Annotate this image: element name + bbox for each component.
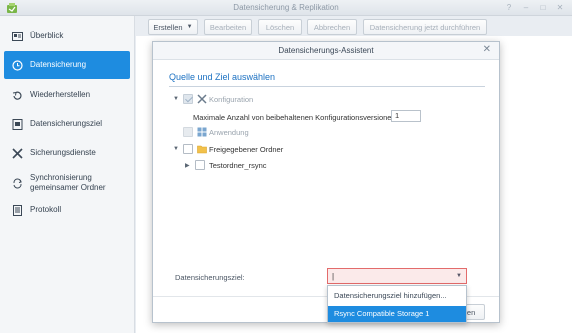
collapse-arrow-icon[interactable]: ▼ bbox=[173, 96, 179, 102]
window-title: Datensicherung & Replikation bbox=[233, 3, 339, 12]
section-divider bbox=[169, 86, 485, 87]
backup-target-label: Datensicherungsziel: bbox=[175, 273, 245, 282]
max-versions-label: Maximale Anzahl von beibehaltenen Konfig… bbox=[193, 113, 396, 122]
sidebar-item-label: Protokoll bbox=[30, 205, 62, 214]
expand-arrow-icon[interactable]: ▶ bbox=[185, 162, 190, 169]
chevron-down-icon: ▼ bbox=[186, 24, 193, 30]
target-icon bbox=[12, 118, 23, 130]
tools-icon bbox=[197, 94, 207, 104]
backup-target-select[interactable]: | ▼ bbox=[327, 268, 467, 284]
cancel-button[interactable]: Abbrechen bbox=[307, 19, 357, 35]
sidebar-item-backup[interactable]: Datensicherung bbox=[4, 51, 130, 79]
configuration-checkbox[interactable] bbox=[183, 94, 193, 104]
test-folder-checkbox[interactable] bbox=[195, 160, 205, 170]
collapse-arrow-icon[interactable]: ▼ bbox=[173, 146, 179, 152]
application-label: Anwendung bbox=[209, 128, 249, 137]
backup-target-value: | bbox=[332, 272, 335, 281]
section-title: Quelle und Ziel auswählen bbox=[169, 72, 276, 82]
minimize-icon[interactable]: – bbox=[520, 2, 532, 14]
backup-target-dropdown: Datensicherungsziel hinzufügen... Rsync … bbox=[327, 285, 467, 323]
help-icon[interactable]: ? bbox=[503, 2, 515, 14]
close-window-icon[interactable]: ✕ bbox=[554, 2, 566, 14]
configuration-label: Konfiguration bbox=[209, 95, 254, 104]
application-grid-icon bbox=[197, 127, 207, 137]
log-icon bbox=[12, 204, 23, 216]
sidebar-item-overview[interactable]: Überblick bbox=[4, 22, 130, 50]
delete-button[interactable]: Löschen bbox=[258, 19, 302, 35]
overview-icon bbox=[12, 31, 23, 42]
sidebar-item-label: Datensicherung bbox=[30, 60, 87, 69]
create-button-label: Erstellen bbox=[153, 22, 183, 32]
backup-wizard-dialog: Datensicherungs-Assistent ✕ Quelle und Z… bbox=[152, 41, 500, 323]
create-button[interactable]: Erstellen ▼ bbox=[148, 19, 198, 35]
maximize-icon[interactable]: □ bbox=[537, 2, 549, 14]
folder-icon bbox=[197, 145, 207, 154]
sidebar-item-shared-folder-sync[interactable]: Synchronisierung gemeinsamer Ordner bbox=[4, 168, 130, 198]
max-versions-input[interactable]: 1 bbox=[391, 110, 421, 122]
sidebar-item-backup-target[interactable]: Datensicherungsziel bbox=[4, 110, 130, 138]
sidebar-item-label: Datensicherungsziel bbox=[30, 119, 103, 128]
sidebar-item-label: Wiederherstellen bbox=[30, 90, 91, 99]
sidebar-item-label: Überblick bbox=[30, 31, 64, 40]
sidebar-item-restore[interactable]: Wiederherstellen bbox=[4, 81, 130, 109]
sidebar-item-log[interactable]: Protokoll bbox=[4, 196, 130, 224]
application-checkbox[interactable] bbox=[183, 127, 193, 137]
dialog-header: Datensicherungs-Assistent ✕ bbox=[153, 42, 499, 60]
edit-button[interactable]: Bearbeiten bbox=[204, 19, 252, 35]
dropdown-option-rsync-storage[interactable]: Rsync Compatible Storage 1 bbox=[328, 306, 466, 322]
window-titlebar: Datensicherung & Replikation ? – □ ✕ bbox=[0, 0, 572, 16]
sidebar-item-label: Synchronisierung gemeinsamer Ordner bbox=[30, 173, 106, 193]
shared-folder-label: Freigegebener Ordner bbox=[209, 145, 284, 154]
dialog-title: Datensicherungs-Assistent bbox=[278, 46, 374, 55]
sidebar-item-label: Sicherungsdienste bbox=[30, 148, 96, 157]
dropdown-option-add-target[interactable]: Datensicherungsziel hinzufügen... bbox=[328, 288, 466, 304]
chevron-down-icon[interactable]: ▼ bbox=[456, 273, 462, 279]
sync-icon bbox=[12, 178, 23, 189]
backup-clock-icon bbox=[12, 59, 23, 71]
tools-icon bbox=[12, 147, 23, 159]
restore-icon bbox=[12, 90, 23, 101]
test-folder-label: Testordner_rsync bbox=[209, 161, 267, 170]
sidebar-item-label-line1: Synchronisierung bbox=[30, 173, 92, 182]
close-icon[interactable]: ✕ bbox=[483, 45, 491, 55]
sidebar-item-label-line2: gemeinsamer Ordner bbox=[30, 183, 106, 192]
sidebar-item-services[interactable]: Sicherungsdienste bbox=[4, 139, 130, 167]
sidebar: Überblick Datensicherung Wiederherstelle… bbox=[0, 16, 135, 333]
shared-folder-checkbox[interactable] bbox=[183, 144, 193, 154]
run-backup-now-button[interactable]: Datensicherung jetzt durchführen bbox=[363, 19, 487, 35]
